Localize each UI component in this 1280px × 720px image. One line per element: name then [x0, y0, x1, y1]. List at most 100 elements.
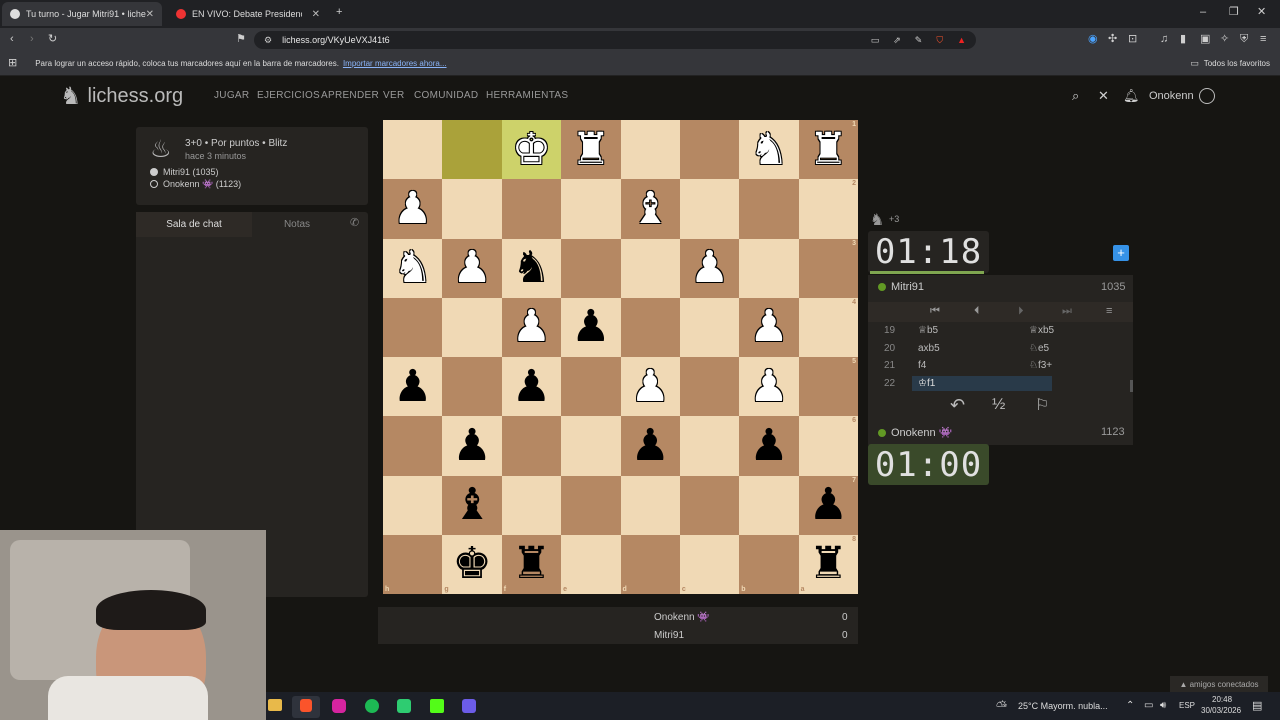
- move-scrollbar[interactable]: [1130, 380, 1133, 392]
- user-menu[interactable]: Onokenn: [1149, 90, 1194, 102]
- board-square[interactable]: ♚ g: [442, 534, 502, 594]
- black-piece[interactable]: ♟: [630, 423, 669, 468]
- black-piece[interactable]: ♟: [571, 305, 610, 349]
- board-square[interactable]: ♟: [561, 297, 621, 357]
- tab-chat[interactable]: Sala de chat: [136, 212, 252, 237]
- chess-board[interactable]: ♚ ♜ ♞ ♜ 1 ♟ ♝ 2 ♞ ♟ ♞ ♟ 3 ♟ ♟ ♟ 4 ♟ ♟ ♟ ♟ 5 ♟ ♟ ♟ 6 ♝ ♟ 7 h ♚ g ♜ f e d c b ♜ 8…: [383, 120, 858, 594]
- nav-community[interactable]: COMUNIDAD: [414, 90, 478, 101]
- white-piece[interactable]: ♟: [452, 246, 491, 290]
- board-square[interactable]: ♟: [620, 357, 680, 417]
- apps-grid-icon[interactable]: ⊞: [8, 58, 17, 69]
- nav-watch[interactable]: VER: [383, 90, 404, 101]
- board-square[interactable]: ♞: [383, 238, 443, 298]
- reader-icon[interactable]: ◉: [1088, 34, 1098, 45]
- board-square[interactable]: [620, 475, 680, 535]
- board-square[interactable]: ♟: [383, 357, 443, 417]
- board-square[interactable]: ♜ 8 a: [798, 534, 858, 594]
- white-piece[interactable]: ♞: [749, 127, 788, 172]
- board-square[interactable]: ♟: [679, 238, 740, 298]
- board-square[interactable]: h: [383, 534, 443, 594]
- screenshot-icon[interactable]: ⊡: [1128, 34, 1137, 45]
- close-window-icon[interactable]: ✕: [1257, 7, 1266, 18]
- menu-icon[interactable]: ≡: [1106, 306, 1112, 317]
- board-square[interactable]: [383, 120, 443, 180]
- black-player-link[interactable]: Onokenn 👾 (1123): [163, 179, 241, 190]
- tab-notes[interactable]: Notas: [252, 212, 342, 237]
- white-piece[interactable]: ♞: [393, 246, 432, 290]
- edit-icon[interactable]: ✎: [915, 35, 923, 45]
- prev-move-icon[interactable]: ⏴: [974, 306, 980, 317]
- whatsapp-icon[interactable]: [397, 699, 411, 713]
- minimize-icon[interactable]: –: [1200, 7, 1206, 18]
- nav-tools[interactable]: HERRAMIENTAS: [486, 90, 568, 101]
- tray-chevron-icon[interactable]: ⌃: [1126, 700, 1134, 711]
- phone-icon[interactable]: ✆: [350, 218, 359, 229]
- board-square[interactable]: ♟ 7: [798, 475, 858, 535]
- black-piece[interactable]: ♟: [512, 364, 551, 409]
- board-square[interactable]: ♟: [620, 416, 680, 476]
- board-square[interactable]: [442, 357, 502, 417]
- board-square[interactable]: ♝: [442, 475, 502, 535]
- board-square[interactable]: [679, 416, 740, 476]
- offer-draw-icon[interactable]: ½: [992, 396, 1005, 414]
- black-move[interactable]: ♘e5: [1029, 343, 1049, 354]
- board-square[interactable]: ♞: [739, 120, 799, 180]
- media-icon[interactable]: ♫: [1160, 34, 1168, 45]
- board-square[interactable]: [679, 297, 740, 357]
- board-square[interactable]: [679, 475, 740, 535]
- board-square[interactable]: [679, 120, 740, 180]
- vpn-icon[interactable]: ⛨: [1240, 34, 1248, 45]
- opponent-name[interactable]: Mitri91: [891, 281, 924, 293]
- board-square[interactable]: ♟: [739, 416, 799, 476]
- board-square[interactable]: [501, 416, 562, 476]
- white-piece[interactable]: ♜: [809, 127, 848, 172]
- first-move-icon[interactable]: ⏮: [930, 306, 940, 317]
- board-square[interactable]: [561, 416, 621, 476]
- nav-learn[interactable]: APRENDER: [321, 90, 379, 101]
- board-square[interactable]: [620, 297, 680, 357]
- white-piece[interactable]: ♟: [630, 364, 669, 409]
- board-square[interactable]: ♟: [501, 357, 562, 417]
- white-piece[interactable]: ♜: [571, 127, 610, 172]
- language-indicator[interactable]: ESP: [1179, 701, 1195, 710]
- forward-icon[interactable]: ›: [30, 34, 34, 45]
- weather-text[interactable]: 25°C Mayorm. nubla...: [1018, 701, 1108, 711]
- white-move[interactable]: ♔f1: [912, 375, 1052, 391]
- cast-icon[interactable]: ▭: [871, 35, 880, 45]
- white-piece[interactable]: ♟: [749, 364, 788, 409]
- brave-rewards-icon[interactable]: ▲: [957, 35, 966, 45]
- board-square[interactable]: ♟: [383, 179, 443, 239]
- board-square[interactable]: [739, 238, 799, 298]
- next-move-icon[interactable]: ⏵: [1018, 306, 1024, 317]
- board-square[interactable]: [679, 357, 740, 417]
- file-explorer-icon[interactable]: [268, 699, 282, 711]
- board-square[interactable]: ♜ f: [501, 534, 562, 594]
- black-piece[interactable]: ♝: [452, 483, 491, 527]
- share-icon[interactable]: ⇗: [893, 35, 901, 45]
- board-square[interactable]: ♟: [739, 297, 799, 357]
- board-square[interactable]: ♞: [501, 238, 562, 298]
- board-square[interactable]: ♝: [620, 179, 680, 239]
- white-piece[interactable]: ♚: [512, 127, 551, 172]
- clock-date[interactable]: 30/03/2026: [1201, 706, 1241, 715]
- board-square[interactable]: [442, 179, 502, 239]
- media-app-icon[interactable]: [462, 699, 476, 713]
- close-tab-icon[interactable]: ✕: [312, 9, 320, 20]
- white-player-link[interactable]: Mitri91 (1035): [163, 167, 219, 177]
- close-tab-icon[interactable]: ✕: [146, 9, 154, 20]
- menu-icon[interactable]: ≡: [1260, 34, 1266, 45]
- search-icon[interactable]: ⌕: [1072, 89, 1079, 102]
- board-square[interactable]: [501, 475, 562, 535]
- board-square[interactable]: [383, 416, 443, 476]
- board-square[interactable]: [739, 475, 799, 535]
- board-square[interactable]: [561, 357, 621, 417]
- board-square[interactable]: [620, 238, 680, 298]
- kick-icon[interactable]: [430, 699, 444, 713]
- board-square[interactable]: 2: [798, 179, 858, 239]
- board-square[interactable]: 6: [798, 416, 858, 476]
- board-square[interactable]: ♟: [739, 357, 799, 417]
- board-square[interactable]: ♟: [442, 416, 502, 476]
- instagram-icon[interactable]: [332, 699, 346, 713]
- black-piece[interactable]: ♟: [749, 423, 788, 468]
- board-square[interactable]: 3: [798, 238, 858, 298]
